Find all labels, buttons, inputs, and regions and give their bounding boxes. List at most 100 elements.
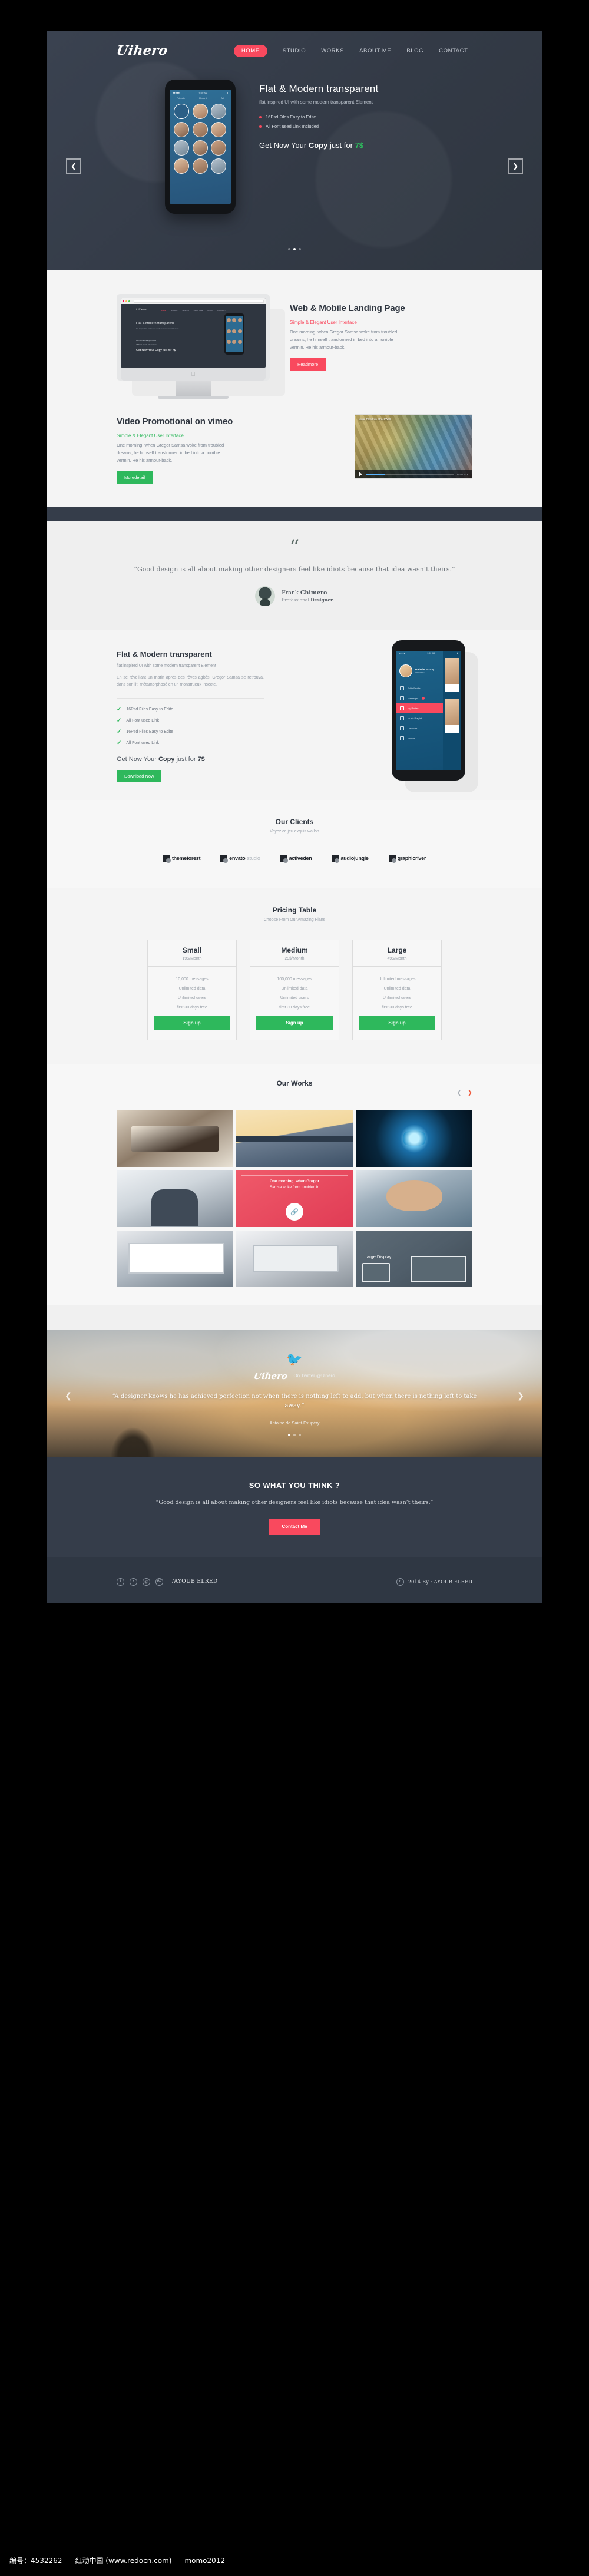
avatar bbox=[255, 586, 276, 606]
section-spacer bbox=[47, 1304, 542, 1330]
twitter-icon[interactable]: ᵛ bbox=[130, 1578, 137, 1586]
video-controls[interactable]: 0:24 / 2:18 bbox=[355, 470, 472, 478]
carousel-dot-active[interactable] bbox=[293, 248, 296, 250]
carousel-dot[interactable] bbox=[299, 1433, 301, 1436]
client-logo-themeforest[interactable]: themeforest bbox=[163, 854, 200, 863]
large-display-label: Large Display bbox=[364, 1254, 392, 1259]
cta-section: SO WHAT YOU THINK ? “Good design is all … bbox=[47, 1457, 542, 1557]
plan-price: 49$/Month bbox=[387, 956, 407, 961]
check-icon: ✓ bbox=[117, 739, 122, 746]
avatar bbox=[399, 664, 412, 677]
phone-menu-item-messages[interactable]: Messages bbox=[396, 693, 443, 703]
phone-tab-recent[interactable]: Recent bbox=[199, 97, 207, 100]
moredetail-button[interactable]: Moredetail bbox=[117, 471, 153, 484]
plan-feature: 10,000 messages bbox=[176, 977, 209, 981]
signup-button[interactable]: Sign up bbox=[256, 1015, 333, 1030]
work-tile[interactable] bbox=[117, 1230, 233, 1287]
carousel-dot-active[interactable] bbox=[288, 1433, 290, 1436]
twitter-carousel-dots[interactable] bbox=[47, 1433, 542, 1436]
notes-icon bbox=[400, 706, 404, 710]
works-section: Our Works ❮ ❯ One morning, when Gregor S… bbox=[47, 1063, 542, 1305]
pricing-card-large: Large 49$/Month Unlimited messages Unlim… bbox=[352, 939, 442, 1040]
twitter-section: ❮ ❯ 🐦 Uihero On Twitter @Uihero “A desig… bbox=[47, 1329, 542, 1457]
phone-menu-item-my-postes[interactable]: My Postes bbox=[396, 703, 443, 713]
work-tile[interactable] bbox=[356, 1110, 472, 1167]
phone-menu-item-music-playlist[interactable]: Music Playlist bbox=[396, 713, 443, 723]
works-next-icon[interactable]: ❯ bbox=[468, 1090, 472, 1096]
work-tile[interactable] bbox=[356, 1170, 472, 1227]
signal-icon: ●●●●● bbox=[173, 91, 180, 94]
nav-item-studio[interactable]: STUDIO bbox=[283, 48, 306, 54]
nav-item-contact[interactable]: CONTACT bbox=[439, 48, 468, 54]
nav-item-about-me[interactable]: ABOUT ME bbox=[359, 48, 391, 54]
flat-phone-mockup: ●●●●● 9:00 AM ▮ Isabelle Nouray Welcome … bbox=[392, 640, 465, 781]
facebook-icon[interactable]: f bbox=[117, 1578, 124, 1586]
testimonial-role: Professional Designer. bbox=[282, 597, 334, 603]
download-now-button[interactable]: Download Now bbox=[117, 769, 162, 782]
client-logo-activeden[interactable]: activeden bbox=[280, 854, 312, 863]
carousel-dot[interactable] bbox=[288, 248, 290, 250]
hero-prev-arrow-icon[interactable]: ❮ bbox=[66, 158, 81, 174]
work-tile-large-display[interactable]: Large Display bbox=[356, 1230, 472, 1287]
work-tile[interactable] bbox=[236, 1110, 353, 1167]
twitter-handle[interactable]: On Twitter @Uihero bbox=[293, 1373, 335, 1378]
nav-item-home[interactable]: HOME bbox=[233, 44, 267, 57]
phone-user-last: Nouray bbox=[425, 667, 435, 671]
pricing-plans: Small 19$/Month 10,000 messages Unlimite… bbox=[47, 939, 542, 1040]
nav-item-blog[interactable]: BLOG bbox=[406, 48, 423, 54]
client-logo-graphicriver[interactable]: graphicriver bbox=[388, 854, 426, 863]
works-prev-icon[interactable]: ❮ bbox=[456, 1090, 461, 1096]
mockup-nav-item: ABOUT ME bbox=[193, 309, 203, 312]
dribbble-icon[interactable]: Ⓓ bbox=[143, 1578, 150, 1586]
phone-tab-all[interactable]: All bbox=[221, 97, 223, 100]
site-logo[interactable]: Uihero bbox=[115, 43, 168, 58]
contact-me-button[interactable]: Contact Me bbox=[269, 1518, 320, 1535]
phone-menu-item-edit-profile[interactable]: Edite Profile bbox=[396, 683, 443, 693]
signup-button[interactable]: Sign up bbox=[154, 1015, 230, 1030]
flat-phone-screen: ●●●●● 9:00 AM ▮ Isabelle Nouray Welcome … bbox=[396, 650, 461, 770]
plan-feature: Unlimited users bbox=[382, 996, 412, 1000]
audiojungle-icon bbox=[332, 854, 340, 863]
client-logo-audiojungle[interactable]: audiojungle bbox=[332, 854, 369, 863]
video-progress-bar[interactable] bbox=[366, 474, 454, 475]
readmore-button[interactable]: Readmore bbox=[290, 358, 326, 371]
video-thumbnail[interactable]: Mural Tiles Fun Street Wall 0:24 / 2:18 bbox=[355, 414, 472, 479]
link-icon[interactable]: 🔗 bbox=[285, 1203, 303, 1221]
mockup-bullet: All Font used Link Included bbox=[136, 343, 158, 346]
nav-item-works[interactable]: WORKS bbox=[321, 48, 344, 54]
flat-paragraph: En se réveillant un matin après des rêve… bbox=[117, 676, 264, 687]
testimonial-section: “ “Good design is all about making other… bbox=[47, 521, 542, 630]
twitter-inner: 🐦 Uihero On Twitter @Uihero “A designer … bbox=[47, 1353, 542, 1436]
phone-menu-item-calandar[interactable]: Calandar bbox=[396, 723, 443, 733]
flat-copy: Flat & Modern transparent flat inspired … bbox=[117, 650, 264, 782]
flat-check-label: All Font used Link bbox=[126, 741, 160, 745]
phone-tab-friends[interactable]: Friends bbox=[177, 97, 184, 100]
hero-title: Flat & Modern transparent bbox=[259, 83, 379, 94]
carousel-dot[interactable] bbox=[299, 248, 301, 250]
mockup-nav-item: STUDIO bbox=[171, 309, 178, 312]
carousel-dot[interactable] bbox=[293, 1433, 296, 1436]
work-tile[interactable] bbox=[117, 1110, 233, 1167]
themeforest-icon bbox=[163, 854, 171, 863]
signup-button[interactable]: Sign up bbox=[359, 1015, 435, 1030]
mockup-phone bbox=[224, 313, 244, 355]
work-tile-hovered[interactable]: One morning, when Gregor Samsa woke from… bbox=[236, 1170, 353, 1227]
hero-price-pre: Get Now Your bbox=[259, 141, 309, 150]
clients-subtitle: Voyez ce jeu exquis wallon bbox=[270, 829, 319, 834]
behance-icon[interactable]: Bē bbox=[155, 1578, 163, 1586]
footer-copyright: 2014 By : AYOUB ELRED bbox=[408, 1579, 472, 1585]
client-logo-envato-studio[interactable]: envato studio bbox=[220, 854, 260, 863]
hero-carousel-dots[interactable] bbox=[47, 248, 542, 250]
mockup-nav-item: BLOG bbox=[207, 309, 213, 312]
pricing-title: Pricing Table bbox=[272, 905, 317, 914]
browser-url-bar[interactable] bbox=[134, 299, 264, 303]
hero-phone-mockup: ●●●●● 9:00 AM ▮ Friends Recent All bbox=[165, 80, 236, 214]
video-thumb-title: Mural Tiles Fun Street Wall bbox=[359, 418, 391, 421]
hero-next-arrow-icon[interactable]: ❯ bbox=[508, 158, 523, 174]
work-tile[interactable] bbox=[236, 1230, 353, 1287]
work-tile[interactable] bbox=[117, 1170, 233, 1227]
play-icon[interactable] bbox=[359, 472, 362, 477]
hero-price-line: Get Now Your Copy just for 7$ bbox=[259, 141, 495, 150]
watermark-user: momo2012 bbox=[184, 2556, 226, 2565]
phone-menu-item-photos[interactable]: Photos bbox=[396, 733, 443, 743]
